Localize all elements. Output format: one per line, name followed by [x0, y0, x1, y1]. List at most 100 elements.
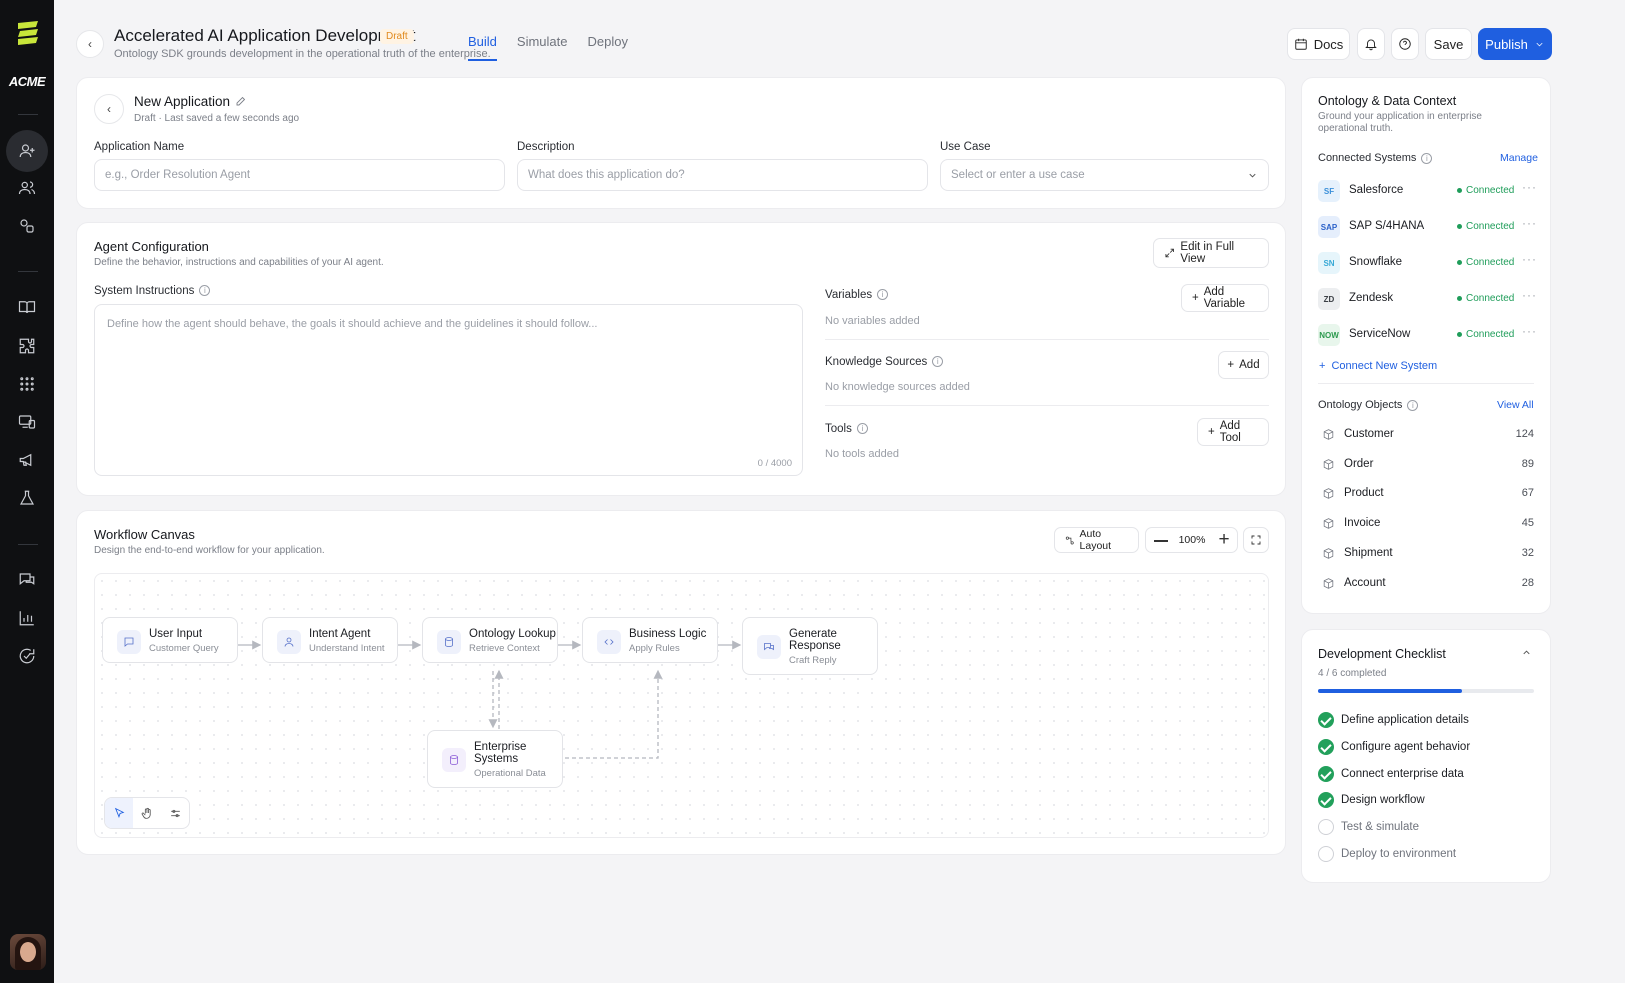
chevron-up-icon[interactable]: [1521, 647, 1532, 658]
use-case-select[interactable]: Select or enter a use case: [940, 159, 1269, 191]
edit-full-view-button[interactable]: Edit in Full View: [1153, 238, 1269, 268]
object-row-invoice[interactable]: Invoice 45: [1320, 514, 1534, 534]
node-subtitle: Understand Intent: [309, 643, 385, 654]
system-row-salesforce[interactable]: SF Salesforce Connected ···: [1318, 178, 1537, 202]
docs-button[interactable]: Docs: [1287, 28, 1350, 60]
workflow-node-generate-response[interactable]: Generate Response Craft Reply: [742, 617, 878, 675]
bell-icon: [1365, 39, 1377, 51]
add-variable-button[interactable]: + Add Variable: [1181, 284, 1269, 312]
object-count: 89: [1521, 458, 1534, 470]
node-title: User Input: [149, 628, 203, 640]
rail-item-devices[interactable]: [7, 405, 47, 439]
tab-deploy[interactable]: Deploy: [588, 34, 628, 61]
layout-icon: [1065, 536, 1074, 544]
message-square-icon: [117, 630, 141, 654]
view-all-link[interactable]: View All: [1497, 399, 1534, 411]
workflow-node-business-logic[interactable]: Business Logic Apply Rules: [582, 617, 718, 663]
system-row-sap[interactable]: SAP SAP S/4HANA Connected ···: [1318, 214, 1537, 238]
more-horizontal-icon[interactable]: ···: [1522, 216, 1537, 230]
workflow-node-intent-agent[interactable]: Intent Agent Understand Intent: [262, 617, 398, 663]
info-icon: i: [932, 356, 944, 368]
more-horizontal-icon[interactable]: ···: [1522, 252, 1537, 266]
checklist-item[interactable]: Connect enterprise data: [1318, 766, 1538, 784]
user-icon: [277, 630, 301, 654]
pencil-icon[interactable]: [235, 95, 247, 107]
workflow-node-ontology-lookup[interactable]: Ontology Lookup Retrieve Context: [422, 617, 558, 663]
object-row-customer[interactable]: Customer 124: [1320, 425, 1534, 445]
rail-item-plugins[interactable]: [7, 329, 47, 363]
empty-circle-icon: [1318, 819, 1334, 835]
divider: [825, 339, 1269, 340]
rail-item-messages[interactable]: [7, 563, 47, 597]
puzzle-icon: [19, 338, 35, 354]
checklist-item[interactable]: Deploy to environment: [1318, 846, 1538, 864]
user-plus-icon: [19, 144, 35, 158]
book-open-icon: [18, 301, 36, 314]
pan-tool-button[interactable]: [133, 798, 161, 828]
checklist-item[interactable]: Design workflow: [1318, 792, 1538, 810]
divider: [1318, 383, 1534, 384]
cube-icon: [1323, 548, 1334, 559]
manage-link[interactable]: Manage: [1500, 152, 1538, 164]
checklist-item-label: Test & simulate: [1341, 821, 1419, 833]
rail-item-add-user[interactable]: [6, 130, 48, 172]
auto-layout-button[interactable]: Auto Layout: [1054, 527, 1139, 553]
rail-item-users[interactable]: [7, 171, 47, 205]
object-row-order[interactable]: Order 89: [1320, 455, 1534, 475]
select-tool-button[interactable]: [105, 798, 133, 828]
node-subtitle: Operational Data: [474, 768, 546, 779]
object-row-account[interactable]: Account 28: [1320, 574, 1534, 594]
notifications-button[interactable]: [1357, 28, 1385, 60]
object-row-shipment[interactable]: Shipment 32: [1320, 544, 1534, 564]
checklist-item[interactable]: Define application details: [1318, 712, 1538, 730]
add-tool-button[interactable]: + Add Tool: [1197, 418, 1269, 446]
system-row-servicenow[interactable]: NOW ServiceNow Connected ···: [1318, 322, 1537, 346]
zoom-in-button[interactable]: +: [1214, 530, 1234, 551]
info-icon: i: [856, 423, 868, 435]
user-avatar[interactable]: [10, 934, 46, 970]
rail-item-analytics[interactable]: [7, 601, 47, 635]
system-row-snowflake[interactable]: SN Snowflake Connected ···: [1318, 250, 1537, 274]
rail-item-lab[interactable]: [7, 481, 47, 515]
system-row-zendesk[interactable]: ZD Zendesk Connected ···: [1318, 286, 1537, 310]
minus-icon: [1154, 540, 1168, 542]
description-input[interactable]: What does this application do?: [517, 159, 928, 191]
workflow-node-user-input[interactable]: User Input Customer Query: [102, 617, 238, 663]
edit-full-view-label: Edit in Full View: [1180, 241, 1235, 265]
variables-empty: No variables added: [825, 315, 920, 327]
rail-item-activity[interactable]: [7, 639, 47, 673]
fullscreen-button[interactable]: [1243, 527, 1269, 553]
more-horizontal-icon[interactable]: ···: [1522, 180, 1537, 194]
app-name-input[interactable]: e.g., Order Resolution Agent: [94, 159, 505, 191]
brand-logo-icon[interactable]: [14, 18, 42, 46]
ontology-objects-label: Ontology Objects i: [1318, 399, 1419, 411]
checklist-item[interactable]: Configure agent behavior: [1318, 739, 1538, 757]
rail-item-library[interactable]: [7, 290, 47, 324]
rail-item-campaigns[interactable]: [7, 443, 47, 477]
tab-build[interactable]: Build: [468, 34, 497, 61]
object-count: 45: [1521, 517, 1534, 529]
rail-item-integrations[interactable]: [7, 209, 47, 243]
app-back-button[interactable]: ‹: [94, 94, 124, 124]
checklist-item[interactable]: Test & simulate: [1318, 819, 1538, 837]
system-instructions-textarea[interactable]: Define how the agent should behave, the …: [94, 304, 803, 476]
back-button[interactable]: ‹: [76, 30, 104, 58]
save-button[interactable]: Save: [1425, 28, 1472, 60]
zoom-out-button[interactable]: [1152, 532, 1170, 550]
workflow-node-enterprise-systems[interactable]: Enterprise Systems Operational Data: [427, 730, 563, 788]
rail-item-apps[interactable]: [7, 367, 47, 401]
add-knowledge-button[interactable]: + Add: [1218, 351, 1269, 379]
system-status: Connected: [1457, 293, 1514, 304]
more-horizontal-icon[interactable]: ···: [1522, 324, 1537, 338]
connect-new-system-link[interactable]: + Connect New System: [1319, 360, 1437, 372]
object-row-product[interactable]: Product 67: [1320, 484, 1534, 504]
workflow-title: Workflow Canvas: [94, 527, 195, 542]
system-status: Connected: [1457, 257, 1514, 268]
more-horizontal-icon[interactable]: ···: [1522, 288, 1537, 302]
checklist-title: Development Checklist: [1318, 647, 1446, 661]
settings-tool-button[interactable]: [161, 798, 189, 828]
help-button[interactable]: [1391, 28, 1419, 60]
tab-simulate[interactable]: Simulate: [517, 34, 568, 61]
checklist-progress-bar: [1318, 689, 1534, 693]
publish-button[interactable]: Publish: [1478, 28, 1552, 60]
